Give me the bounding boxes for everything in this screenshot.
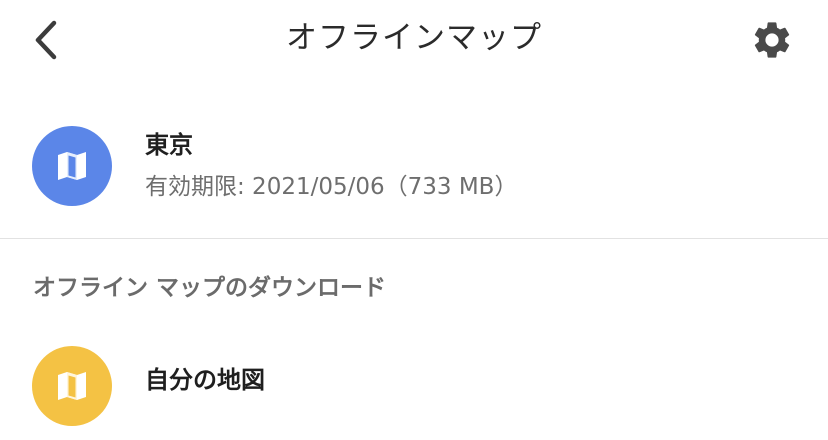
offline-maps-screen: オフラインマップ 東京 有効期限: 2021/05/06（733 MB） オフラ… bbox=[0, 0, 828, 440]
settings-button[interactable] bbox=[748, 16, 796, 64]
map-name: 東京 bbox=[145, 131, 193, 159]
map-icon bbox=[58, 372, 86, 400]
download-section-heading: オフライン マップのダウンロード bbox=[33, 275, 387, 301]
page-title: オフラインマップ bbox=[286, 20, 542, 56]
section-divider bbox=[0, 238, 828, 239]
app-header: オフラインマップ bbox=[0, 0, 828, 80]
my-maps-item[interactable]: 自分の地図 bbox=[0, 332, 828, 432]
map-icon bbox=[58, 152, 86, 180]
map-icon-badge bbox=[32, 346, 112, 426]
gear-icon bbox=[754, 22, 790, 58]
my-maps-label: 自分の地図 bbox=[145, 366, 265, 394]
downloaded-map-item[interactable]: 東京 有効期限: 2021/05/06（733 MB） bbox=[0, 112, 828, 218]
map-icon-badge bbox=[32, 126, 112, 206]
map-expiry-detail: 有効期限: 2021/05/06（733 MB） bbox=[145, 174, 518, 200]
